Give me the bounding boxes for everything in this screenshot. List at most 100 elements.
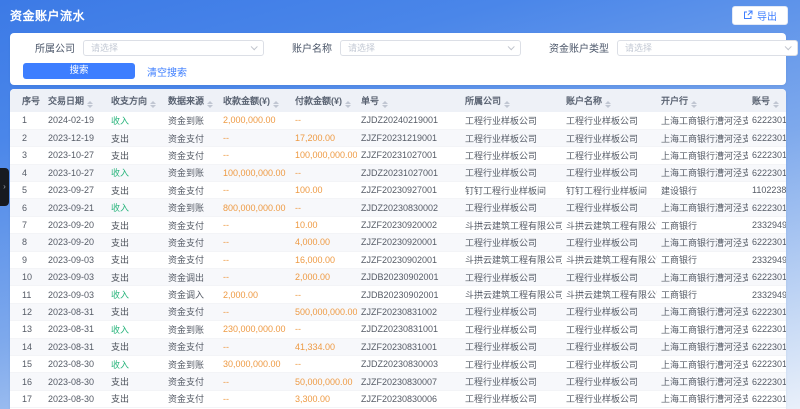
col-header-pay-amount[interactable]: 付款金额(¥) (291, 89, 357, 112)
cell-pay: -- (291, 286, 357, 303)
search-button[interactable]: 搜索 (23, 63, 135, 79)
cell-pay: 4,000.00 (291, 234, 357, 251)
cell-account_no: 622230111 (748, 321, 786, 338)
table-row[interactable]: 162023-08-30支出资金支付--50,000,000.00ZJZF202… (10, 373, 786, 390)
cell-direction: 收入 (107, 112, 164, 129)
cell-date: 2023-08-30 (44, 355, 107, 372)
cell-date: 2023-09-03 (44, 286, 107, 303)
account-type-select[interactable]: 请选择 (617, 40, 798, 56)
cell-source: 资金调入 (164, 286, 219, 303)
cell-pay: 500,000,000.00 (291, 303, 357, 320)
company-select[interactable]: 请选择 (83, 40, 264, 56)
cell-receive: -- (219, 234, 291, 251)
cell-order_no: ZJZF20230830006 (357, 390, 461, 407)
table-row[interactable]: 42023-10-27收入资金到账100,000,000.00--ZJDZ202… (10, 164, 786, 181)
cell-account_no: 622230111 (748, 355, 786, 372)
cell-pay: -- (291, 355, 357, 372)
cell-source: 资金支付 (164, 338, 219, 355)
account-name-select-placeholder: 请选择 (348, 41, 375, 54)
col-header-company[interactable]: 所属公司 (461, 89, 562, 112)
cell-date: 2023-09-27 (44, 182, 107, 199)
table-row[interactable]: 82023-09-20支出资金支付--4,000.00ZJZF202309200… (10, 234, 786, 251)
cell-no: 5 (10, 182, 44, 199)
cell-source: 资金到账 (164, 321, 219, 338)
sort-icon (87, 101, 93, 108)
cell-account_no: 622230111 (748, 199, 786, 216)
chevron-down-icon (785, 43, 792, 50)
cell-order_no: ZJDZ20230831001 (357, 321, 461, 338)
cell-pay: 3,300.00 (291, 390, 357, 407)
table-row[interactable]: 32023-10-27支出资金支付--100,000,000.00ZJZF202… (10, 147, 786, 164)
cell-no: 17 (10, 390, 44, 407)
export-icon (743, 10, 753, 20)
cell-account_name: 工程行业样板公司 (562, 164, 657, 181)
cell-no: 9 (10, 251, 44, 268)
cell-bank: 上海工商银行漕河泾支行 (657, 199, 748, 216)
table-row[interactable]: 132023-08-31收入资金到账230,000,000.00--ZJDZ20… (10, 321, 786, 338)
cell-order_no: ZJDB20230902001 (357, 286, 461, 303)
table-row[interactable]: 92023-09-03支出资金支付--16,000.00ZJZF20230902… (10, 251, 786, 268)
table-row[interactable]: 172023-08-30支出资金支付--3,300.00ZJZF20230830… (10, 390, 786, 407)
sort-icon (605, 101, 611, 108)
account-name-select[interactable]: 请选择 (340, 40, 521, 56)
table-row[interactable]: 142023-08-31支出资金支付--41,334.00ZJZF2023083… (10, 338, 786, 355)
cell-direction: 支出 (107, 269, 164, 286)
table-row[interactable]: 122023-08-31支出资金支付--500,000,000.00ZJZF20… (10, 303, 786, 320)
cell-bank: 上海工商银行漕河泾支行 (657, 303, 748, 320)
cell-bank: 上海工商银行漕河泾支行 (657, 234, 748, 251)
side-drawer-handle[interactable]: › (0, 168, 9, 206)
col-header-direction[interactable]: 收支方向 (107, 89, 164, 112)
cell-company: 钉钉工程行业样板间 (461, 182, 562, 199)
cell-source: 资金到账 (164, 199, 219, 216)
table-row[interactable]: 62023-09-21收入资金到账800,000,000.00--ZJDZ202… (10, 199, 786, 216)
table-row[interactable]: 72023-09-20支出资金支付--10.00ZJZF20230920002斗… (10, 216, 786, 233)
cell-direction: 收入 (107, 199, 164, 216)
col-header-account-no[interactable]: 账号 (748, 89, 786, 112)
cell-no: 8 (10, 234, 44, 251)
col-header-bank[interactable]: 开户行 (657, 89, 748, 112)
col-header-order-no[interactable]: 单号 (357, 89, 461, 112)
cell-receive: 800,000,000.00 (219, 199, 291, 216)
cell-account_no: 23329499 (748, 251, 786, 268)
cell-source: 资金支付 (164, 216, 219, 233)
drawer-handle-icon: › (3, 183, 6, 191)
col-header-receive-amount[interactable]: 收款金额(¥) (219, 89, 291, 112)
cell-receive: -- (219, 390, 291, 407)
cell-pay: -- (291, 164, 357, 181)
cell-account_no: 622230111 (748, 112, 786, 129)
cell-pay: -- (291, 199, 357, 216)
table-row[interactable]: 112023-09-03收入资金调入2,000.00--ZJDB20230902… (10, 286, 786, 303)
table-row[interactable]: 12024-02-19收入资金到账2,000,000.00--ZJDZ20240… (10, 112, 786, 129)
export-button[interactable]: 导出 (732, 6, 788, 25)
col-header-account-name[interactable]: 账户名称 (562, 89, 657, 112)
filter-field-account-type: 资金账户类型 请选择 (549, 40, 798, 56)
cell-no: 12 (10, 303, 44, 320)
fund-account-flow-page: 资金账户流水 导出 所属公司 请选择 账户名称 (0, 0, 800, 409)
cell-receive: 2,000.00 (219, 286, 291, 303)
cell-no: 16 (10, 373, 44, 390)
top-bar: 资金账户流水 导出 (0, 0, 800, 30)
cell-date: 2023-08-31 (44, 338, 107, 355)
cell-account_no: 622230111 (748, 234, 786, 251)
table-row[interactable]: 22023-12-19支出资金支付--17,200.00ZJZF20231219… (10, 129, 786, 146)
cell-order_no: ZJDZ20240219001 (357, 112, 461, 129)
cell-bank: 上海工商银行漕河泾支行 (657, 390, 748, 407)
cell-no: 6 (10, 199, 44, 216)
col-header-date[interactable]: 交易日期 (44, 89, 107, 112)
cell-date: 2023-09-20 (44, 216, 107, 233)
table-row[interactable]: 52023-09-27支出资金支付--100.00ZJZF20230927001… (10, 182, 786, 199)
cell-order_no: ZJZF20230830007 (357, 373, 461, 390)
cell-receive: 2,000,000.00 (219, 112, 291, 129)
table-row[interactable]: 102023-09-03支出资金调出--2,000.00ZJDB20230902… (10, 269, 786, 286)
col-header-source[interactable]: 数据来源 (164, 89, 219, 112)
cell-bank: 建设银行 (657, 182, 748, 199)
cell-company: 斗拱云建筑工程有限公司 (461, 251, 562, 268)
cell-receive: -- (219, 216, 291, 233)
cell-company: 斗拱云建筑工程有限公司 (461, 286, 562, 303)
table-row[interactable]: 152023-08-30收入资金到账30,000,000.00--ZJDZ202… (10, 355, 786, 372)
clear-search-button[interactable]: 清空搜索 (147, 64, 187, 79)
cell-bank: 上海工商银行漕河泾支行 (657, 338, 748, 355)
cell-source: 资金支付 (164, 251, 219, 268)
cell-pay: -- (291, 321, 357, 338)
cell-company: 斗拱云建筑工程有限公司 (461, 216, 562, 233)
